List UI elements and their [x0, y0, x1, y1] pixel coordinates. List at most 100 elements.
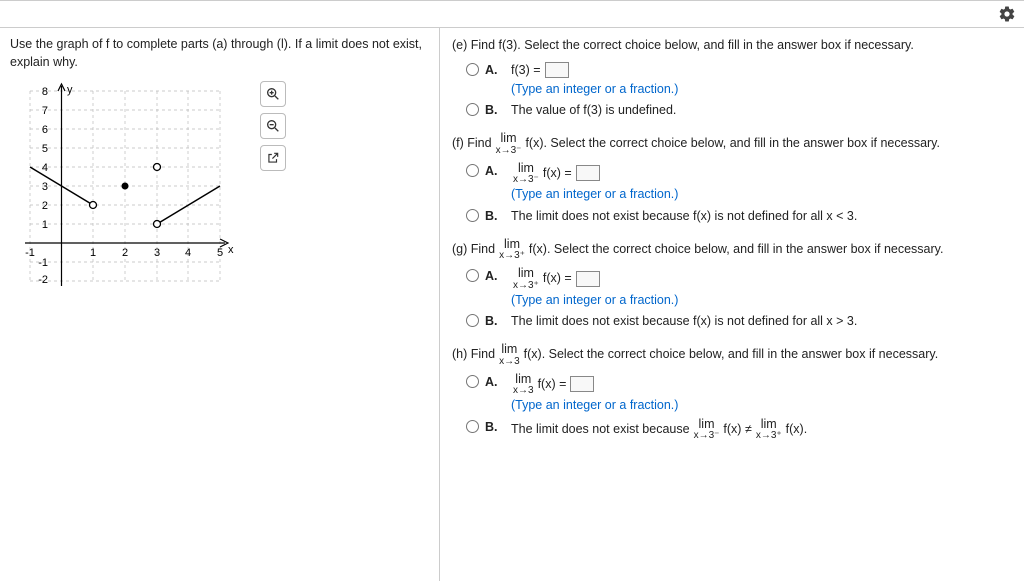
graph-area: y x 8 7 6 5 4 3 2 1 -1 -2 -1 1 2 [10, 81, 429, 304]
question-g-prompt: (g) Find lim x→3⁺ f(x). Select the corre… [452, 238, 1012, 262]
option-text: The limit does not exist because f(x) is… [511, 207, 1012, 226]
question-f-answer-input[interactable] [576, 165, 600, 181]
lim-sub: x→3⁺ [499, 251, 525, 261]
question-g-radio-b[interactable] [466, 314, 479, 327]
lim-text: lim [699, 418, 715, 431]
prompt-part: (f) Find [452, 134, 492, 153]
question-h-radio-b[interactable] [466, 420, 479, 433]
question-h-prompt: (h) Find lim x→3 f(x). Select the correc… [452, 343, 1012, 367]
question-g-radio-a[interactable] [466, 269, 479, 282]
instructions-text: Use the graph of f to complete parts (a)… [10, 36, 429, 71]
question-e-answer-input[interactable] [545, 62, 569, 78]
lim-text: lim [504, 238, 520, 251]
lim-text: lim [515, 373, 531, 386]
option-text: f(x). [786, 420, 808, 439]
svg-text:3: 3 [42, 181, 48, 193]
lim-text: lim [501, 343, 517, 356]
svg-text:5: 5 [217, 247, 223, 259]
limit-notation: lim x→3⁺ [499, 238, 525, 262]
question-e-radio-a[interactable] [466, 63, 479, 76]
prompt-part: (h) Find [452, 345, 495, 364]
option-text: The value of f(3) is undefined. [511, 101, 1012, 120]
question-f-radio-a[interactable] [466, 164, 479, 177]
svg-text:1: 1 [90, 247, 96, 259]
zoom-in-button[interactable] [260, 81, 286, 107]
option-label: A. [485, 162, 503, 181]
limit-notation: lim x→3 [499, 343, 520, 367]
hint-text: (Type an integer or a fraction.) [511, 396, 1012, 415]
lim-sub: x→3⁻ [496, 146, 522, 156]
lim-sub: x→3⁻ [694, 431, 720, 441]
lim-sub: x→3 [499, 357, 520, 367]
svg-text:4: 4 [185, 247, 191, 259]
function-graph: y x 8 7 6 5 4 3 2 1 -1 -2 -1 1 2 [10, 81, 240, 301]
question-e-prompt: (e) Find f(3). Select the correct choice… [452, 36, 1012, 55]
option-label: B. [485, 101, 503, 120]
option-label: A. [485, 373, 503, 392]
option-text: The limit does not exist because [511, 420, 690, 439]
question-e: (e) Find f(3). Select the correct choice… [452, 36, 1012, 120]
limit-notation: lim x→3⁻ [694, 418, 720, 442]
limit-notation: lim x→3⁻ [496, 132, 522, 156]
option-text: f(x) = [543, 269, 572, 288]
question-h: (h) Find lim x→3 f(x). Select the correc… [452, 343, 1012, 441]
svg-text:4: 4 [42, 162, 48, 174]
prompt-part: f(x). Select the correct choice below, a… [529, 240, 944, 259]
question-g: (g) Find lim x→3⁺ f(x). Select the corre… [452, 238, 1012, 332]
hint-text: (Type an integer or a fraction.) [511, 185, 1012, 204]
gear-icon[interactable] [998, 5, 1016, 23]
open-external-button[interactable] [260, 145, 286, 171]
limit-notation: lim x→3⁺ [513, 267, 539, 291]
lim-text: lim [761, 418, 777, 431]
svg-text:y: y [67, 84, 73, 96]
option-text: f(x) ≠ [723, 420, 751, 439]
prompt-part: f(x). Select the correct choice below, a… [525, 134, 940, 153]
svg-text:2: 2 [42, 200, 48, 212]
limit-notation: lim x→3⁻ [513, 162, 539, 186]
svg-text:-2: -2 [38, 274, 48, 286]
lim-text: lim [518, 267, 534, 280]
lim-sub: x→3 [513, 386, 534, 396]
option-text: The limit does not exist because f(x) is… [511, 312, 1012, 331]
open-external-icon [266, 151, 280, 165]
option-text: f(x) = [538, 375, 567, 394]
prompt-part: f(x). Select the correct choice below, a… [524, 345, 939, 364]
svg-text:6: 6 [42, 124, 48, 136]
option-text: f(x) = [543, 164, 572, 183]
lim-text: lim [518, 162, 534, 175]
limit-notation: lim x→3 [513, 373, 534, 397]
question-f: (f) Find lim x→3⁻ f(x). Select the corre… [452, 132, 1012, 226]
svg-text:x: x [228, 244, 234, 256]
question-g-answer-input[interactable] [576, 271, 600, 287]
question-f-radio-b[interactable] [466, 209, 479, 222]
prompt-part: (g) Find [452, 240, 495, 259]
lim-sub: x→3⁺ [513, 281, 539, 291]
hint-text: (Type an integer or a fraction.) [511, 291, 1012, 310]
option-label: A. [485, 61, 503, 80]
lim-sub: x→3⁻ [513, 175, 539, 185]
zoom-out-button[interactable] [260, 113, 286, 139]
svg-text:2: 2 [122, 247, 128, 259]
svg-text:3: 3 [154, 247, 160, 259]
question-h-answer-input[interactable] [570, 376, 594, 392]
option-label: B. [485, 418, 503, 437]
svg-text:1: 1 [42, 219, 48, 231]
option-label: A. [485, 267, 503, 286]
question-h-radio-a[interactable] [466, 375, 479, 388]
zoom-out-icon [265, 118, 281, 134]
svg-text:-1: -1 [38, 257, 48, 269]
lim-sub: x→3⁺ [756, 431, 782, 441]
svg-text:5: 5 [42, 143, 48, 155]
option-label: B. [485, 312, 503, 331]
svg-text:8: 8 [42, 86, 48, 98]
svg-text:7: 7 [42, 105, 48, 117]
lim-text: lim [501, 132, 517, 145]
question-e-radio-b[interactable] [466, 103, 479, 116]
option-label: B. [485, 207, 503, 226]
svg-text:-1: -1 [25, 247, 35, 259]
limit-notation: lim x→3⁺ [756, 418, 782, 442]
hint-text: (Type an integer or a fraction.) [511, 80, 1012, 99]
zoom-in-icon [265, 86, 281, 102]
option-text: f(3) = [511, 61, 541, 80]
question-f-prompt: (f) Find lim x→3⁻ f(x). Select the corre… [452, 132, 1012, 156]
